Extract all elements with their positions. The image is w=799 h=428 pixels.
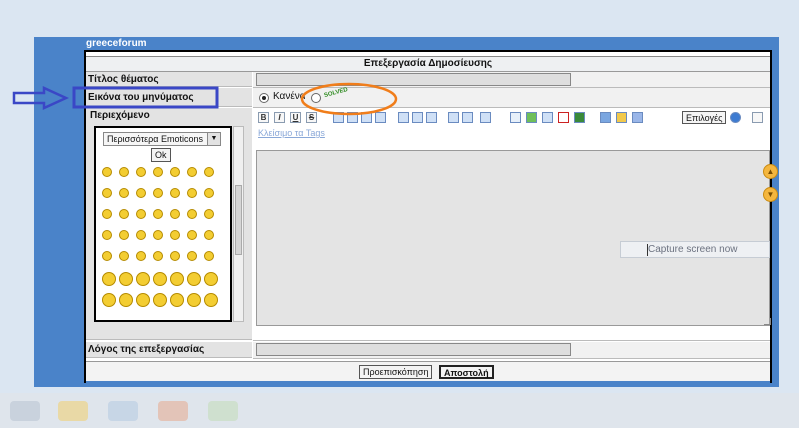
annotation-layer [12, 82, 398, 116]
annotation-highlight-box [72, 86, 219, 109]
taskbar-item [10, 401, 40, 421]
taskbar-item [208, 401, 238, 421]
taskbar-item [158, 401, 188, 421]
annotation-arrow-icon [12, 86, 70, 110]
annotation-oval [300, 82, 398, 116]
taskbar [0, 393, 799, 428]
taskbar-item [108, 401, 138, 421]
taskbar-item [58, 401, 88, 421]
